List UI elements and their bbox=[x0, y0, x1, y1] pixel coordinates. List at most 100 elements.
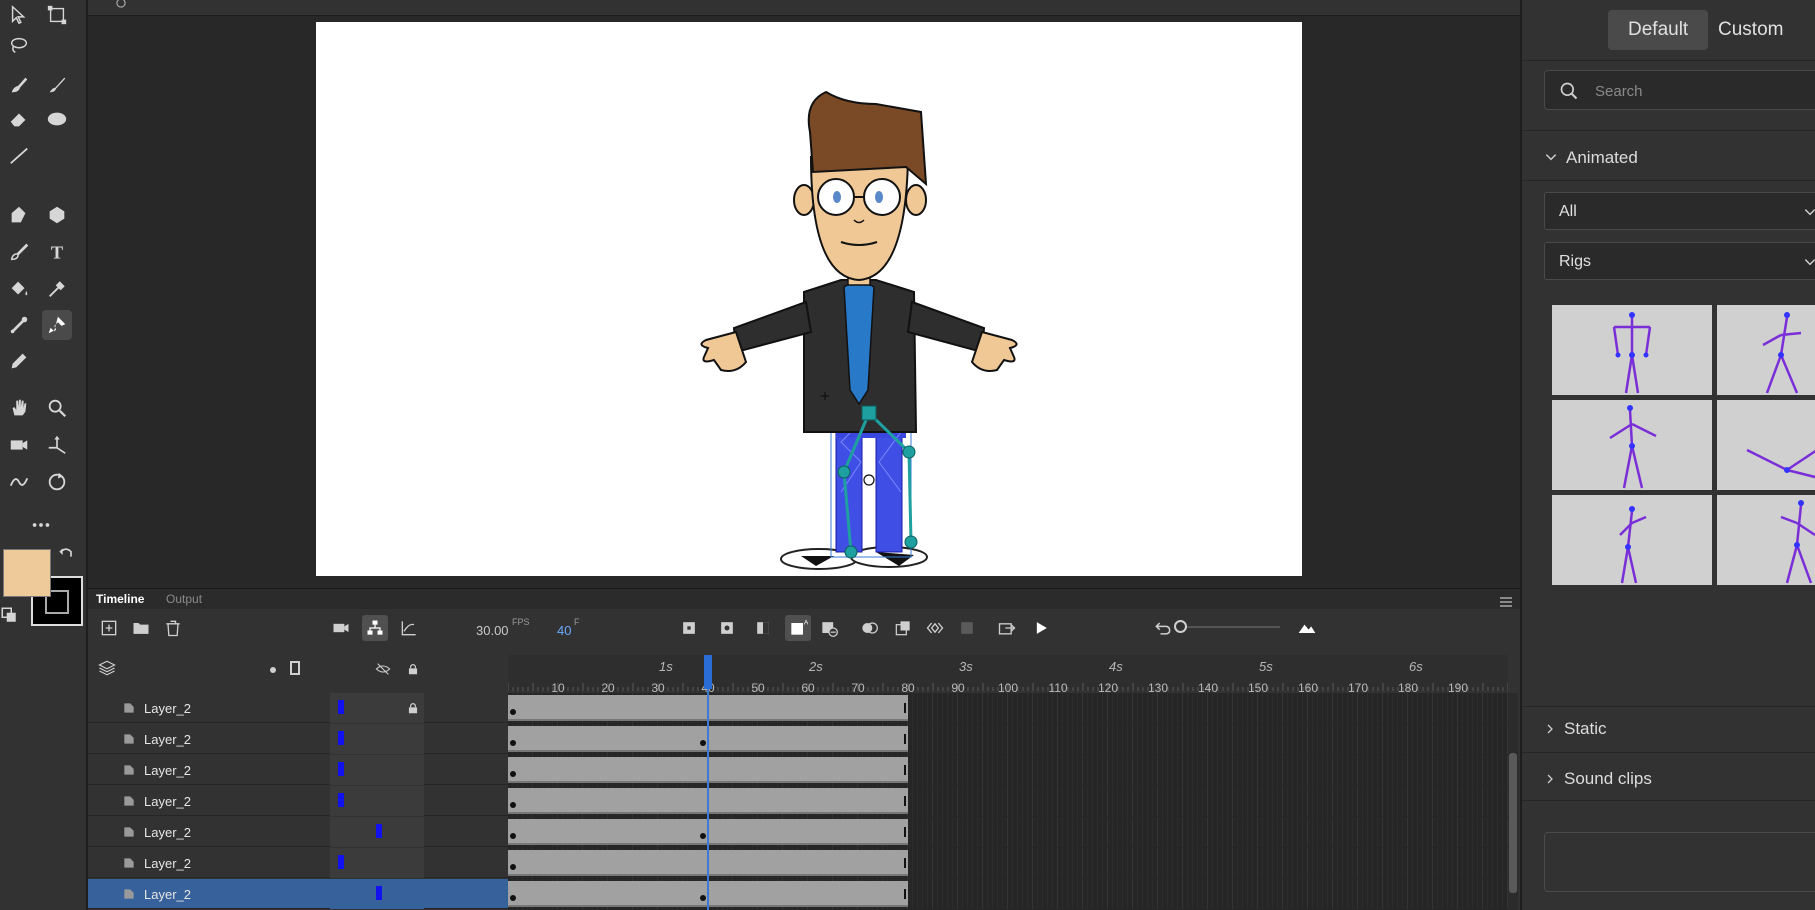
end-frame-marker[interactable] bbox=[904, 858, 906, 868]
layer-parenting-icon[interactable] bbox=[362, 615, 388, 641]
keyframe-dot[interactable] bbox=[700, 895, 706, 901]
layer-parent-column[interactable] bbox=[330, 817, 424, 847]
parent-indicator[interactable] bbox=[376, 886, 382, 900]
camera-toggle-icon[interactable] bbox=[328, 615, 354, 641]
layer-row[interactable]: Layer_2 bbox=[88, 693, 508, 723]
playhead-handle[interactable] bbox=[704, 655, 712, 689]
layer-parent-column[interactable] bbox=[330, 879, 424, 909]
layers-icon[interactable] bbox=[98, 659, 116, 677]
parent-indicator[interactable] bbox=[338, 855, 344, 869]
keyframe-dot[interactable] bbox=[510, 895, 516, 901]
text-tool-icon[interactable]: T bbox=[42, 237, 72, 267]
paint-brush-tool-icon[interactable] bbox=[42, 70, 72, 100]
keyframe-dot[interactable] bbox=[510, 740, 516, 746]
rigged-character-artwork[interactable] bbox=[316, 22, 1302, 576]
parent-indicator[interactable] bbox=[338, 793, 344, 807]
pencil-tool-icon[interactable] bbox=[4, 346, 34, 376]
end-frame-marker[interactable] bbox=[904, 765, 906, 775]
end-frame-marker[interactable] bbox=[904, 703, 906, 713]
type-dropdown[interactable]: Rigs bbox=[1544, 242, 1815, 280]
new-folder-icon[interactable] bbox=[128, 615, 154, 641]
keyframe-dot[interactable] bbox=[510, 709, 516, 715]
layer-frames[interactable] bbox=[508, 848, 1508, 878]
lock-icon[interactable] bbox=[406, 700, 420, 716]
scrollbar-thumb[interactable] bbox=[1509, 753, 1517, 893]
tab-custom[interactable]: Custom bbox=[1698, 10, 1803, 50]
layer-name[interactable]: Layer_2 bbox=[144, 701, 191, 716]
keyframe-dot[interactable] bbox=[510, 802, 516, 808]
animated-section-label[interactable]: Animated bbox=[1566, 148, 1638, 168]
tab-output[interactable]: Output bbox=[158, 589, 210, 609]
rig-thumbnail[interactable] bbox=[1717, 305, 1815, 395]
bone-tool-icon[interactable] bbox=[4, 310, 34, 340]
animated-chevron-icon[interactable] bbox=[1544, 150, 1558, 164]
graph-view-icon[interactable] bbox=[396, 615, 422, 641]
undo-icon[interactable] bbox=[1150, 615, 1176, 641]
rig-thumbnail[interactable] bbox=[1552, 495, 1712, 585]
delete-layer-icon[interactable] bbox=[160, 615, 186, 641]
free-transform-tool-icon[interactable] bbox=[42, 0, 72, 30]
sound-clips-section-label[interactable]: Sound clips bbox=[1564, 769, 1652, 789]
timeline-vertical-scrollbar[interactable] bbox=[1508, 693, 1518, 910]
parent-indicator[interactable] bbox=[338, 700, 344, 714]
static-section-label[interactable]: Static bbox=[1564, 719, 1607, 739]
width-tool-icon[interactable] bbox=[4, 467, 34, 497]
layer-frames[interactable] bbox=[508, 786, 1508, 816]
lock-column-icon[interactable] bbox=[406, 661, 420, 677]
insert-tween-icon[interactable] bbox=[856, 615, 882, 641]
more-tools-icon[interactable] bbox=[26, 510, 56, 540]
pen-tool-icon[interactable] bbox=[4, 200, 34, 230]
timeline-zoom-slider[interactable] bbox=[1174, 620, 1280, 633]
stage-canvas[interactable] bbox=[316, 22, 1302, 576]
tab-timeline[interactable]: Timeline bbox=[88, 589, 152, 609]
sound-chevron-icon[interactable] bbox=[1544, 772, 1556, 786]
static-chevron-icon[interactable] bbox=[1544, 722, 1556, 736]
play-icon[interactable] bbox=[1028, 615, 1054, 641]
keyframe-dot[interactable] bbox=[510, 771, 516, 777]
scene-icon[interactable] bbox=[114, 0, 128, 10]
outline-column-icon[interactable] bbox=[290, 661, 300, 675]
visibility-column-icon[interactable] bbox=[374, 661, 392, 677]
search-input[interactable] bbox=[1595, 79, 1815, 103]
rotation-tool-icon[interactable] bbox=[42, 467, 72, 497]
selection-tool-icon[interactable] bbox=[4, 0, 34, 30]
oval-tool-icon[interactable] bbox=[42, 104, 72, 134]
layer-frames[interactable] bbox=[508, 724, 1508, 754]
remove-frame-icon[interactable] bbox=[816, 615, 842, 641]
layer-parent-column[interactable] bbox=[330, 786, 424, 816]
layer-name[interactable]: Layer_2 bbox=[144, 856, 191, 871]
lasso-tool-icon[interactable] bbox=[4, 30, 34, 60]
asset-warp-tool-icon[interactable] bbox=[42, 310, 72, 340]
layer-frames[interactable] bbox=[508, 755, 1508, 785]
end-frame-marker[interactable] bbox=[904, 889, 906, 899]
parent-indicator[interactable] bbox=[338, 731, 344, 745]
layer-name[interactable]: Layer_2 bbox=[144, 763, 191, 778]
frame-value[interactable]: 40 bbox=[557, 623, 571, 638]
layer-name[interactable]: Layer_2 bbox=[144, 825, 191, 840]
end-frame-marker[interactable] bbox=[904, 796, 906, 806]
paint-bucket-tool-icon[interactable] bbox=[4, 274, 34, 304]
rig-thumbnail[interactable] bbox=[1552, 400, 1712, 490]
keyframe-dot[interactable] bbox=[700, 833, 706, 839]
layer-row[interactable]: Layer_2 bbox=[88, 786, 508, 816]
insert-keyframe-icon[interactable] bbox=[890, 615, 916, 641]
timeline-size-icon[interactable] bbox=[1294, 615, 1320, 641]
keyframe-dot[interactable] bbox=[510, 833, 516, 839]
playhead[interactable] bbox=[707, 655, 709, 910]
layer-row[interactable]: Layer_2 bbox=[88, 879, 508, 909]
layer-name[interactable]: Layer_2 bbox=[144, 887, 191, 902]
tab-default[interactable]: Default bbox=[1608, 10, 1709, 50]
layer-frames[interactable] bbox=[508, 817, 1508, 847]
layer-parent-column[interactable] bbox=[330, 755, 424, 785]
layer-frames[interactable] bbox=[508, 693, 1508, 723]
classic-brush-tool-icon[interactable] bbox=[4, 237, 34, 267]
edit-multiple-frames-icon[interactable]: A bbox=[785, 615, 811, 641]
fill-color-swatch[interactable] bbox=[3, 549, 51, 597]
fps-value[interactable]: 30.00 bbox=[476, 623, 509, 638]
keyframe-dot[interactable] bbox=[700, 740, 706, 746]
eyedropper-tool-icon[interactable] bbox=[42, 274, 72, 304]
swap-colors-icon[interactable] bbox=[56, 545, 76, 565]
default-colors-icon[interactable] bbox=[0, 606, 18, 624]
keyframe-dot[interactable] bbox=[510, 864, 516, 870]
layer-row[interactable]: Layer_2 bbox=[88, 817, 508, 847]
